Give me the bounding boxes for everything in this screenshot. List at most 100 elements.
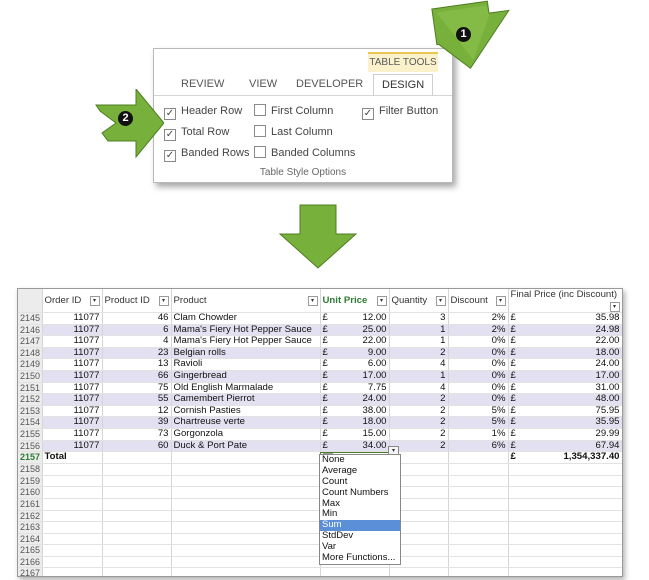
empty-cell[interactable] <box>448 556 509 569</box>
empty-cell[interactable] <box>508 521 622 534</box>
unit-price-cell[interactable]: £22.00 <box>320 335 390 348</box>
filter-dropdown-icon[interactable]: ▾ <box>609 302 620 312</box>
empty-cell[interactable] <box>448 463 509 476</box>
unit-price-cell[interactable]: £38.00 <box>320 405 390 418</box>
order-id-cell[interactable]: 11077 <box>42 416 103 429</box>
empty-cell[interactable] <box>508 567 622 576</box>
empty-cell[interactable] <box>42 521 103 534</box>
quantity-cell[interactable]: 1 <box>389 335 449 348</box>
order-id-cell[interactable]: 11077 <box>42 347 103 360</box>
banded-rows-option[interactable]: ✓ Banded Rows <box>164 146 250 162</box>
empty-cell[interactable] <box>102 533 172 546</box>
empty-cell[interactable] <box>42 533 103 546</box>
product-id-cell[interactable]: 39 <box>102 416 172 429</box>
header-row-option[interactable]: ✓ Header Row <box>164 104 242 120</box>
unit-price-cell[interactable]: £9.00 <box>320 347 390 360</box>
order-id-cell[interactable]: 11077 <box>42 335 103 348</box>
empty-cell[interactable] <box>42 556 103 569</box>
filter-dropdown-icon[interactable]: ▾ <box>158 295 169 306</box>
discount-cell[interactable]: 6% <box>448 440 509 453</box>
final-price-cell[interactable]: £35.98 <box>508 312 622 325</box>
quantity-cell[interactable]: 2 <box>389 393 449 406</box>
quantity-cell[interactable]: 3 <box>389 312 449 325</box>
filter-dropdown-icon[interactable]: ▾ <box>89 295 100 306</box>
empty-cell[interactable] <box>508 475 622 488</box>
empty-cell[interactable] <box>102 498 172 511</box>
empty-cell[interactable] <box>448 475 509 488</box>
filter-dropdown-icon[interactable]: ▾ <box>435 295 446 306</box>
banded-columns-checkbox[interactable] <box>254 146 266 158</box>
banded-rows-checkbox[interactable]: ✓ <box>164 150 176 162</box>
empty-cell[interactable] <box>102 567 172 576</box>
empty-cell[interactable] <box>102 475 172 488</box>
final-price-cell[interactable]: £17.00 <box>508 370 622 383</box>
total-row-option[interactable]: ✓ Total Row <box>164 125 229 141</box>
unit-price-cell[interactable]: £7.75 <box>320 382 390 395</box>
empty-cell[interactable] <box>171 521 321 534</box>
discount-cell[interactable]: 0% <box>448 335 509 348</box>
discount-cell[interactable]: 1% <box>448 428 509 441</box>
discount-cell[interactable]: 5% <box>448 416 509 429</box>
dropdown-option-more-functions[interactable]: More Functions... <box>320 552 400 564</box>
empty-cell[interactable] <box>102 486 172 499</box>
final-price-cell[interactable]: £48.00 <box>508 393 622 406</box>
tab-design[interactable]: DESIGN <box>373 74 434 95</box>
product-cell[interactable]: Mama's Fiery Hot Pepper Sauce <box>171 335 321 348</box>
total-row-checkbox[interactable]: ✓ <box>164 129 176 141</box>
empty-cell[interactable] <box>320 567 390 576</box>
empty-cell[interactable] <box>42 486 103 499</box>
product-id-cell[interactable]: 4 <box>102 335 172 348</box>
quantity-cell[interactable]: 2 <box>389 405 449 418</box>
empty-cell[interactable] <box>448 521 509 534</box>
discount-cell[interactable]: 0% <box>448 393 509 406</box>
empty-cell[interactable] <box>448 498 509 511</box>
order-id-cell[interactable]: 11077 <box>42 358 103 371</box>
product-id-cell[interactable]: 46 <box>102 312 172 325</box>
product-id-cell[interactable]: 60 <box>102 440 172 453</box>
product-id-cell[interactable]: 23 <box>102 347 172 360</box>
quantity-cell[interactable]: 1 <box>389 324 449 337</box>
empty-cell[interactable] <box>171 556 321 569</box>
empty-cell[interactable] <box>42 544 103 557</box>
empty-cell[interactable] <box>389 567 449 576</box>
product-cell[interactable]: Chartreuse verte <box>171 416 321 429</box>
order-id-cell[interactable]: 11077 <box>42 393 103 406</box>
product-cell[interactable]: Camembert Pierrot <box>171 393 321 406</box>
tab-view[interactable]: VIEW <box>249 78 277 90</box>
product-cell[interactable]: Duck & Port Pate <box>171 440 321 453</box>
dropdown-option-count-numbers[interactable]: Count Numbers <box>320 487 400 499</box>
empty-cell[interactable] <box>102 510 172 523</box>
banded-columns-option[interactable]: Banded Columns <box>254 146 355 160</box>
empty-cell[interactable] <box>102 556 172 569</box>
product-id-cell[interactable]: 13 <box>102 358 172 371</box>
unit-price-cell[interactable]: £25.00 <box>320 324 390 337</box>
unit-price-cell[interactable]: £17.00 <box>320 370 390 383</box>
empty-cell[interactable] <box>42 567 103 576</box>
quantity-cell[interactable]: 4 <box>389 358 449 371</box>
empty-cell[interactable] <box>171 486 321 499</box>
last-column-checkbox[interactable] <box>254 125 266 137</box>
empty-cell[interactable] <box>508 556 622 569</box>
order-id-cell[interactable]: 11077 <box>42 428 103 441</box>
product-id-cell[interactable]: 12 <box>102 405 172 418</box>
empty-cell[interactable] <box>448 533 509 546</box>
empty-cell[interactable] <box>171 544 321 557</box>
discount-cell[interactable]: 2% <box>448 312 509 325</box>
filter-dropdown-icon[interactable]: ▾ <box>376 295 387 306</box>
empty-cell[interactable] <box>102 521 172 534</box>
unit-price-cell[interactable]: £12.00 <box>320 312 390 325</box>
product-cell[interactable]: Ravioli <box>171 358 321 371</box>
empty-cell[interactable] <box>42 510 103 523</box>
final-price-cell[interactable]: £22.00 <box>508 335 622 348</box>
tab-review[interactable]: REVIEW <box>181 78 224 90</box>
empty-cell[interactable] <box>102 463 172 476</box>
unit-price-cell[interactable]: £18.00 <box>320 416 390 429</box>
final-price-cell[interactable]: £18.00 <box>508 347 622 360</box>
final-price-cell[interactable]: £24.98 <box>508 324 622 337</box>
product-cell[interactable]: Cornish Pasties <box>171 405 321 418</box>
order-id-cell[interactable]: 11077 <box>42 405 103 418</box>
order-id-cell[interactable]: 11077 <box>42 382 103 395</box>
filter-dropdown-icon[interactable]: ▾ <box>307 295 318 306</box>
filter-button-checkbox[interactable]: ✓ <box>362 108 374 120</box>
discount-cell[interactable]: 0% <box>448 370 509 383</box>
